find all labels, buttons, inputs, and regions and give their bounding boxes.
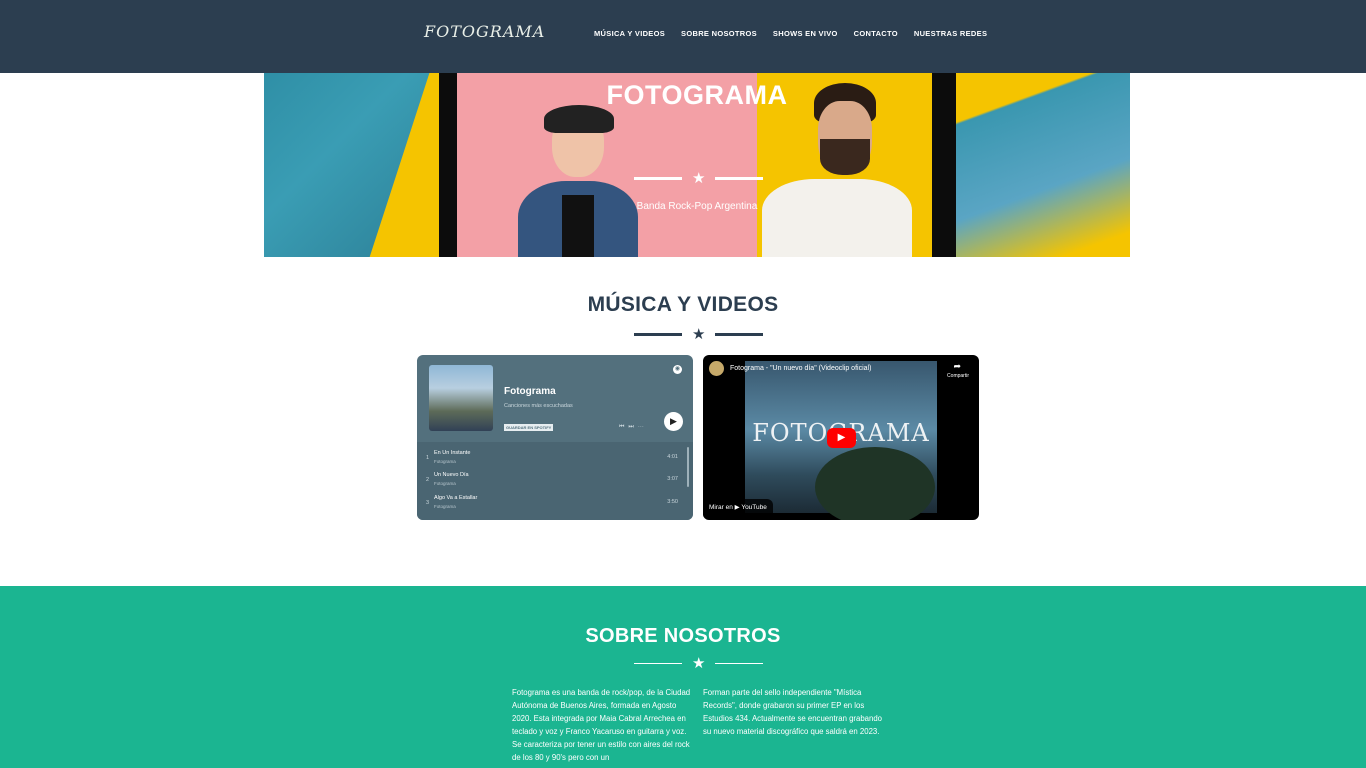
nav-menu: MÚSICA Y VIDEOS SOBRE NOSOTROS SHOWS EN … [594, 29, 987, 38]
playback-controls[interactable]: ⏮⏭⋯ [619, 424, 648, 431]
track-artist: Fotograma [434, 481, 456, 486]
spotify-logo-icon[interactable]: ◉ [673, 365, 682, 374]
nav-link-shows-en-vivo[interactable]: SHOWS EN VIVO [773, 29, 838, 38]
play-button[interactable]: ▶ [664, 412, 683, 431]
track-number: 2 [426, 477, 430, 483]
track-name: Algo Va a Estallar [434, 495, 478, 501]
youtube-play-icon[interactable]: ▶ [827, 428, 856, 448]
star-icon: ★ [692, 655, 706, 672]
track-artist: Fotograma [434, 504, 456, 509]
channel-avatar[interactable] [709, 361, 724, 376]
track-number: 1 [426, 455, 430, 461]
track-duration: 4:01 [667, 454, 678, 460]
watch-on-youtube-button[interactable]: Mirar en ▶ YouTube [703, 499, 773, 517]
about-divider: ★ [634, 655, 764, 672]
star-icon: ★ [692, 326, 706, 343]
video-title[interactable]: Fotograma - "Un nuevo día" (Videoclip of… [730, 365, 871, 372]
track-number: 3 [426, 500, 430, 506]
save-on-spotify-button[interactable]: GUARDAR EN SPOTIFY [504, 424, 554, 431]
hero-subtitle: Banda Rock-Pop Argentina [636, 201, 758, 212]
hero-divider: ★ [634, 170, 764, 187]
share-label[interactable]: Compartir [947, 373, 969, 379]
logo[interactable]: FOTOGRAMA [424, 22, 545, 41]
youtube-embed[interactable]: Fotograma - "Un nuevo día" (Videoclip of… [703, 355, 979, 520]
track-list: 1 En Un Instante Fotograma 4:01 2 Un Nue… [417, 442, 693, 520]
nav-link-musica-videos[interactable]: MÚSICA Y VIDEOS [594, 29, 665, 38]
hero-person-woman [518, 105, 638, 257]
section-title-sobre-nosotros: SOBRE NOSOTROS [585, 625, 781, 647]
nav-link-contacto[interactable]: CONTACTO [854, 29, 898, 38]
track-name: En Un Instante [434, 450, 471, 456]
about-paragraph-2: Forman parte del sello independiente "Mí… [703, 688, 883, 736]
track-name: Un Nuevo Día [434, 472, 469, 478]
playlist-cover[interactable] [429, 365, 493, 431]
share-icon[interactable]: ➦ [953, 361, 961, 372]
track-duration: 3:50 [667, 499, 678, 505]
section-title-musica: MÚSICA Y VIDEOS [587, 293, 779, 316]
spotify-embed[interactable]: Fotograma Canciones más escuchadas GUARD… [417, 355, 693, 520]
nav-link-sobre-nosotros[interactable]: SOBRE NOSOTROS [681, 29, 757, 38]
track-artist: Fotograma [434, 459, 456, 464]
hero-title: FOTOGRAMA [606, 80, 788, 110]
playlist-name[interactable]: Fotograma [504, 386, 556, 397]
top-navbar: FOTOGRAMA MÚSICA Y VIDEOS SOBRE NOSOTROS… [0, 0, 1366, 73]
track-row[interactable]: 3 Algo Va a Estallar Fotograma 3:50 [426, 495, 678, 515]
track-list-scrollbar[interactable] [687, 447, 689, 487]
track-row[interactable]: 1 En Un Instante Fotograma 4:01 [426, 450, 678, 470]
star-icon: ★ [692, 170, 706, 187]
musica-divider: ★ [634, 326, 764, 343]
track-duration: 3:07 [667, 476, 678, 482]
about-paragraph-1: Fotograma es una banda de rock/pop, de l… [512, 688, 691, 762]
nav-link-nuestras-redes[interactable]: NUESTRAS REDES [914, 29, 987, 38]
playlist-subtitle: Canciones más escuchadas [504, 403, 573, 409]
track-row[interactable]: 2 Un Nuevo Día Fotograma 3:07 [426, 472, 678, 492]
